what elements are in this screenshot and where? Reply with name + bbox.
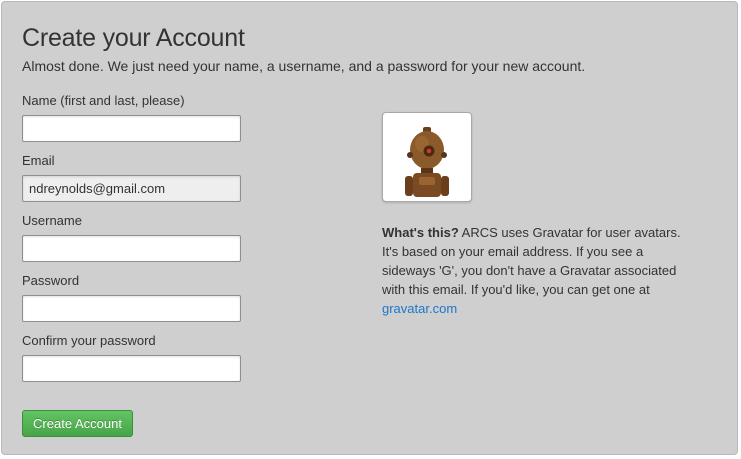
email-label: Email: [22, 153, 55, 168]
username-label: Username: [22, 213, 82, 228]
create-account-button[interactable]: Create Account: [22, 410, 133, 437]
gravatar-link[interactable]: gravatar.com: [382, 301, 457, 316]
gravatar-avatar: [382, 112, 472, 202]
name-input[interactable]: [22, 115, 241, 142]
confirm-password-label: Confirm your password: [22, 333, 156, 348]
email-input[interactable]: [22, 175, 241, 202]
username-input[interactable]: [22, 235, 241, 262]
password-input[interactable]: [22, 295, 241, 322]
page-title: Create your Account: [22, 24, 245, 52]
robot-avatar-icon: [405, 127, 449, 197]
confirm-password-input[interactable]: [22, 355, 241, 382]
help-heading: What's this?: [382, 225, 459, 240]
page-subtitle: Almost done. We just need your name, a u…: [22, 58, 586, 74]
signup-panel: Create your Account Almost done. We just…: [1, 1, 738, 455]
password-label: Password: [22, 273, 80, 288]
name-label: Name (first and last, please): [22, 93, 185, 108]
gravatar-help-text: What's this? ARCS uses Gravatar for user…: [382, 223, 692, 318]
